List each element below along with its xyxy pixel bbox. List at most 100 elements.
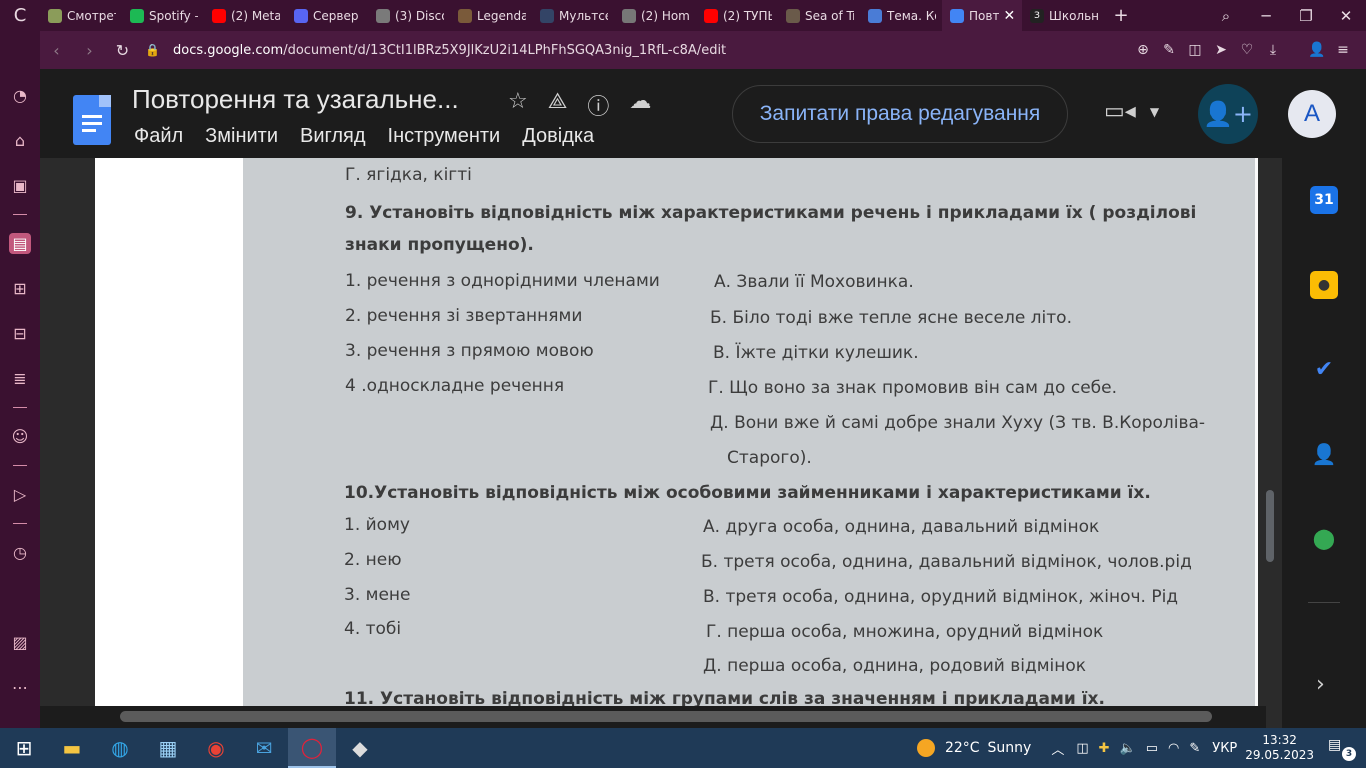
briefcase-icon[interactable]: ⊟ bbox=[0, 311, 40, 356]
gallery-icon[interactable]: ▨ bbox=[0, 620, 40, 665]
download-icon[interactable]: ⤓ bbox=[1264, 42, 1282, 58]
opera-menu-icon[interactable]: C bbox=[0, 0, 40, 31]
opera-gx-icon[interactable]: ◯ bbox=[288, 728, 336, 768]
browser-tab[interactable]: З Школьн bbox=[1022, 0, 1104, 31]
tab-close-icon[interactable]: ✕ bbox=[1003, 8, 1015, 24]
book-icon[interactable]: ⊞ bbox=[0, 266, 40, 311]
url-field[interactable]: docs.google.com/document/d/13CtI1lBRz5X9… bbox=[173, 43, 726, 58]
chevron-right-icon[interactable]: › bbox=[1316, 672, 1325, 697]
menu-edit[interactable]: Змінити bbox=[205, 125, 278, 148]
browser-tab[interactable]: (2) ТУПЫ bbox=[696, 0, 778, 31]
back-button[interactable]: ‹ bbox=[40, 41, 73, 60]
more-icon[interactable]: ⋯ bbox=[0, 665, 40, 710]
keep-icon[interactable]: ● bbox=[1310, 271, 1338, 299]
discord-icon[interactable]: ☺ bbox=[0, 414, 40, 459]
player-icon[interactable]: ▷ bbox=[0, 472, 40, 517]
history-icon[interactable]: ◷ bbox=[0, 530, 40, 575]
cloud-status-icon[interactable]: ☁ bbox=[629, 89, 651, 121]
info-icon[interactable]: ⓘ bbox=[587, 89, 609, 121]
tab-favicon-icon bbox=[212, 8, 226, 23]
browser-tab[interactable]: Мультсе bbox=[532, 0, 614, 31]
star-icon[interactable]: ☆ bbox=[508, 89, 528, 121]
pen-icon[interactable]: ✎ bbox=[1189, 741, 1200, 756]
edit-icon[interactable]: ✎ bbox=[1160, 42, 1178, 58]
new-tab-button[interactable]: + bbox=[1104, 5, 1138, 26]
gx-control-icon[interactable]: ▣ bbox=[0, 163, 40, 208]
menu-icon[interactable]: ≡ bbox=[1334, 42, 1352, 58]
tab-favicon-icon bbox=[704, 8, 718, 23]
clock[interactable]: 13:32 29.05.2023 bbox=[1245, 733, 1314, 763]
chrome-icon[interactable]: ◉ bbox=[192, 728, 240, 768]
calendar-icon[interactable]: 31 bbox=[1310, 186, 1338, 214]
meet-button[interactable]: ▭◂ ▼ bbox=[1104, 99, 1159, 124]
browser-tab[interactable]: Сервер | bbox=[286, 0, 368, 31]
maximize-button[interactable]: ❐ bbox=[1286, 7, 1326, 25]
share-button[interactable]: 👤+ bbox=[1198, 84, 1258, 144]
reload-button[interactable]: ↻ bbox=[106, 41, 139, 60]
browser-tab[interactable]: Тема. Ко bbox=[860, 0, 942, 31]
notes-icon[interactable]: ≣ bbox=[0, 356, 40, 401]
menu-bar: Файл Змінити Вигляд Інструменти Довідка bbox=[134, 125, 594, 148]
move-to-drive-icon[interactable]: ⟁ bbox=[548, 89, 568, 121]
menu-help[interactable]: Довідка bbox=[522, 125, 594, 148]
browser-tab[interactable]: Смотрет bbox=[40, 0, 122, 31]
wifi-icon[interactable]: ◠ bbox=[1168, 741, 1179, 756]
language-indicator[interactable]: УКР bbox=[1212, 741, 1237, 756]
tasks-icon[interactable]: ✔ bbox=[1310, 355, 1338, 383]
q10-right-item: А. друга особа, однина, давальний відмін… bbox=[703, 517, 1100, 537]
edge-icon[interactable]: ◍ bbox=[96, 728, 144, 768]
vertical-scrollbar[interactable] bbox=[1266, 490, 1274, 562]
browser-tab[interactable]: (3) Disco bbox=[368, 0, 450, 31]
horizontal-scrollbar[interactable] bbox=[120, 711, 1212, 722]
zoom-icon[interactable]: ⊕ bbox=[1134, 42, 1152, 58]
tab-label: Школьн bbox=[1049, 8, 1098, 23]
browser-tab[interactable]: Sea of Tr bbox=[778, 0, 860, 31]
lock-icon[interactable]: 🔒 bbox=[145, 43, 167, 57]
profile-icon[interactable]: 👤 bbox=[1308, 42, 1326, 58]
chevron-up-icon[interactable]: ︿ bbox=[1051, 739, 1064, 758]
browser-tab[interactable]: (2) Metal bbox=[204, 0, 286, 31]
start-button[interactable]: ⊞ bbox=[0, 736, 48, 760]
heart-icon[interactable]: ♡ bbox=[1238, 42, 1256, 58]
speed-dial-icon[interactable]: ◔ bbox=[0, 73, 40, 118]
tray-app-icon[interactable]: ✚ bbox=[1099, 741, 1110, 756]
tab-search-icon[interactable]: ⌕ bbox=[1206, 7, 1246, 25]
document-canvas[interactable]: Г. ягідка, кігті 9. Установіть відповідн… bbox=[40, 158, 1258, 706]
battery-icon[interactable]: ▭ bbox=[1146, 741, 1158, 756]
twitch-icon[interactable]: ▤ bbox=[0, 221, 40, 266]
shopping-icon[interactable]: ⌂ bbox=[0, 118, 40, 163]
close-window-button[interactable]: ✕ bbox=[1326, 7, 1366, 25]
camera-icon[interactable]: ◫ bbox=[1186, 42, 1204, 58]
weather-desc[interactable]: Sunny bbox=[988, 740, 1032, 756]
menu-view[interactable]: Вигляд bbox=[300, 125, 366, 148]
browser-tab[interactable]: Spotify – bbox=[122, 0, 204, 31]
contacts-icon[interactable]: 👤 bbox=[1310, 440, 1338, 468]
browser-tab[interactable]: Legenda bbox=[450, 0, 532, 31]
q10-left-item: 4. тобі bbox=[344, 619, 402, 639]
send-icon[interactable]: ➤ bbox=[1212, 42, 1230, 58]
docs-logo-icon[interactable] bbox=[73, 95, 111, 145]
docs-header: Повторення та узагальне... ☆ ⟁ ⓘ ☁ Файл … bbox=[40, 69, 1366, 158]
minimize-button[interactable]: ─ bbox=[1246, 7, 1286, 25]
notification-icon[interactable]: ▤ 3 bbox=[1328, 737, 1356, 761]
menu-file[interactable]: Файл bbox=[134, 125, 183, 148]
address-tools: ⊕ ✎ ◫ ➤ ♡ ⤓ 👤 ≡ bbox=[1134, 31, 1352, 69]
document-title[interactable]: Повторення та узагальне... bbox=[132, 84, 459, 115]
request-edit-access-button[interactable]: Запитати права редагування bbox=[732, 85, 1068, 143]
store-icon[interactable]: ▦ bbox=[144, 728, 192, 768]
account-avatar[interactable]: A bbox=[1288, 90, 1336, 138]
roblox-icon[interactable]: ◆ bbox=[336, 728, 384, 768]
browser-tab[interactable]: (2) Home bbox=[614, 0, 696, 31]
weather-temp[interactable]: 22°C bbox=[945, 740, 980, 756]
file-explorer-icon[interactable]: ▬ bbox=[48, 728, 96, 768]
q10-left-item: 1. йому bbox=[344, 515, 410, 535]
volume-icon[interactable]: 🔈 bbox=[1120, 741, 1136, 756]
tray-app-icon[interactable]: ◫ bbox=[1076, 741, 1088, 756]
maps-icon[interactable]: ⬤ bbox=[1310, 524, 1338, 552]
mail-icon[interactable]: ✉ bbox=[240, 728, 288, 768]
browser-tab[interactable]: Повт ✕ bbox=[942, 0, 1022, 31]
url-path: /document/d/13CtI1lBRz5X9JlKzU2i14LPhFhS… bbox=[283, 42, 727, 58]
system-tray: 22°C Sunny ︿ ◫ ✚ 🔈 ▭ ◠ ✎ УКР 13:32 29.05… bbox=[916, 728, 1366, 768]
forward-button[interactable]: › bbox=[73, 41, 106, 60]
menu-tools[interactable]: Інструменти bbox=[388, 125, 501, 148]
